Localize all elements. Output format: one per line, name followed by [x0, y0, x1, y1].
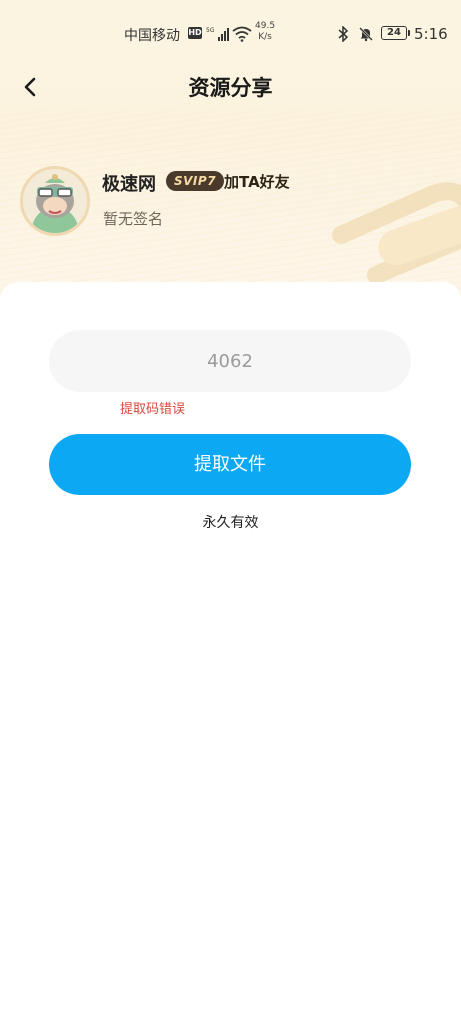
- validity-label: 永久有效: [202, 515, 259, 531]
- status-bar: 中国移动 HD 5G 49.5 K/s 24 5:16: [0, 20, 461, 50]
- error-message: 提取码错误: [120, 402, 186, 417]
- extract-code-input[interactable]: [49, 330, 411, 392]
- network-speed: 49.5 K/s: [255, 21, 275, 43]
- user-signature: 暂无签名: [103, 210, 164, 228]
- battery-icon: 24: [381, 26, 410, 40]
- wifi-icon: [232, 26, 252, 42]
- bluetooth-icon: [338, 26, 349, 42]
- hd-icon: HD: [188, 27, 202, 39]
- add-friend-button[interactable]: 加TA好友: [224, 171, 290, 192]
- carrier-label: 中国移动: [124, 28, 180, 44]
- vip-badge: SVIP7: [166, 171, 225, 191]
- user-name: 极速网: [102, 174, 156, 195]
- content-card: [0, 282, 461, 1024]
- avatar[interactable]: [20, 166, 90, 236]
- decorative-link-shape: [332, 182, 461, 284]
- monkey-avatar-icon: [23, 169, 87, 233]
- signal-icon: 5G: [206, 27, 229, 41]
- network-speed-unit: K/s: [258, 32, 272, 42]
- mute-bell-icon: [359, 27, 373, 42]
- clock: 5:16: [414, 25, 448, 43]
- svg-text:5G: 5G: [206, 27, 215, 34]
- extract-file-button[interactable]: 提取文件: [49, 434, 411, 495]
- page-title: 资源分享: [188, 76, 273, 100]
- network-speed-value: 49.5: [255, 21, 276, 31]
